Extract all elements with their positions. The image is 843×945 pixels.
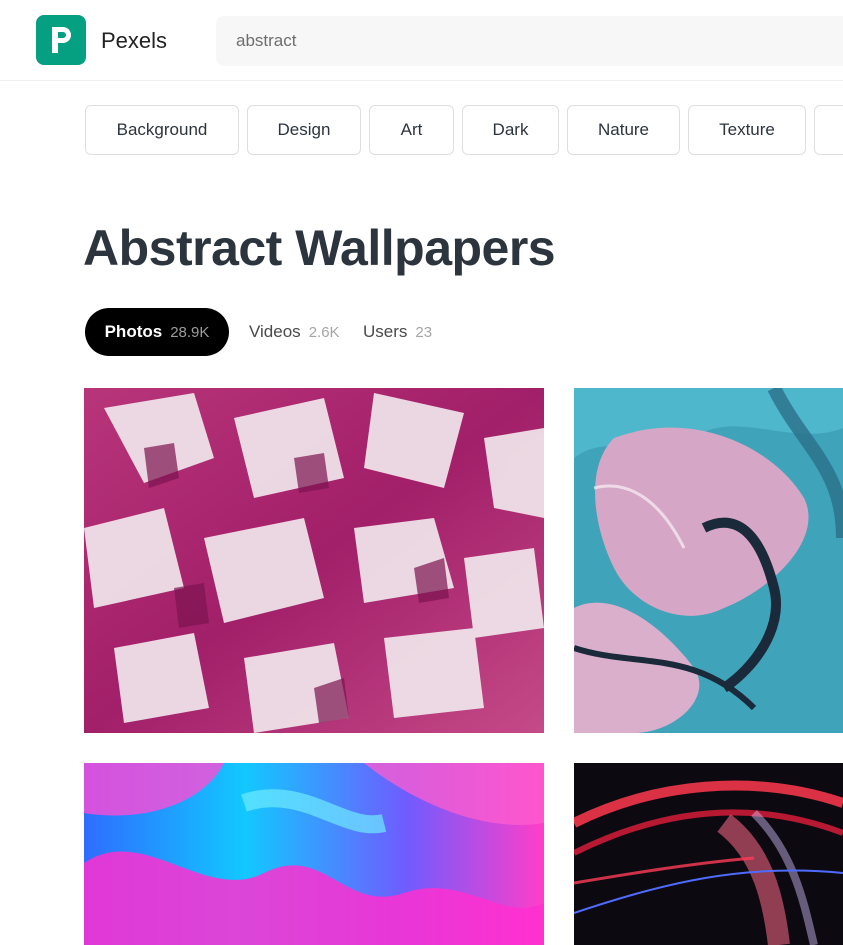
tab-label: Videos xyxy=(249,322,301,341)
tab-label: Users xyxy=(363,322,408,341)
tab-photos[interactable]: Photos 28.9K xyxy=(85,308,229,356)
tab-label: Photos xyxy=(104,322,163,341)
photo-light-trails xyxy=(574,763,843,945)
chip-art[interactable]: Art xyxy=(369,105,454,155)
photo-card[interactable] xyxy=(84,763,544,945)
chip-background[interactable]: Background xyxy=(85,105,239,155)
page-title: Abstract Wallpapers xyxy=(83,220,556,276)
chip-nature[interactable]: Nature xyxy=(567,105,680,155)
photo-card[interactable] xyxy=(84,388,544,733)
tab-users[interactable]: Users 23 xyxy=(363,308,432,356)
tab-count: 2.6K xyxy=(308,323,340,341)
brand-name[interactable]: Pexels xyxy=(101,28,167,54)
category-chips: Background Design Art Dark Nature Textur… xyxy=(85,105,843,155)
chip-label: Art xyxy=(400,120,423,139)
search-value: abstract xyxy=(236,31,297,50)
chip-design[interactable]: Design xyxy=(247,105,361,155)
tab-videos[interactable]: Videos 2.6K xyxy=(249,308,340,356)
tab-count: 28.9K xyxy=(170,323,210,341)
chip-label: Design xyxy=(277,120,331,139)
top-header: Pexels abstract xyxy=(0,0,843,81)
chip-next-partial[interactable] xyxy=(814,105,843,155)
tab-count: 23 xyxy=(415,323,433,341)
chip-dark[interactable]: Dark xyxy=(462,105,559,155)
photo-neon-fluid xyxy=(84,763,544,945)
photo-magenta-paint xyxy=(84,388,544,733)
chip-label: Dark xyxy=(492,120,529,139)
photo-card[interactable] xyxy=(574,763,843,945)
photo-blue-pink-marble xyxy=(574,388,843,733)
photo-card[interactable] xyxy=(574,388,843,733)
chip-texture[interactable]: Texture xyxy=(688,105,806,155)
pexels-logo-icon[interactable] xyxy=(36,15,86,65)
chip-label: Texture xyxy=(719,120,775,139)
search-input[interactable]: abstract xyxy=(216,16,843,66)
chip-label: Nature xyxy=(597,120,650,139)
chip-label: Background xyxy=(116,120,208,139)
